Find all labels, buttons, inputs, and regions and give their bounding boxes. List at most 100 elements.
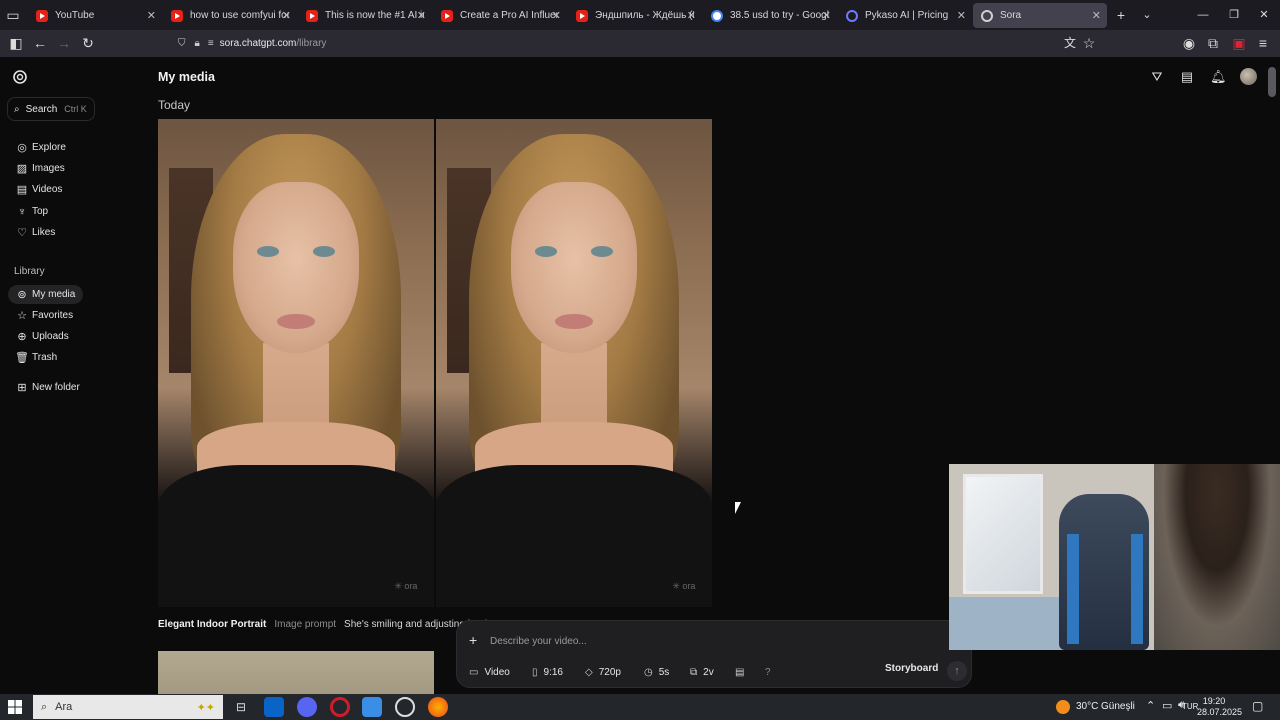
back-icon[interactable]: ←: [32, 35, 48, 51]
sidebar-item-images[interactable]: ▨ Images: [8, 159, 83, 178]
presets-icon: ▤: [735, 666, 745, 678]
clock[interactable]: 19:20 28.07.2025: [1197, 696, 1242, 718]
help-button[interactable]: ?: [765, 663, 771, 681]
sidebar-item-likes[interactable]: ♡ Likes: [8, 223, 83, 242]
address-bar[interactable]: ⛉ 🔒︎ ≡ sora.chatgpt.com/library: [178, 33, 1098, 54]
tab-ai-influencer[interactable]: Create a Pro AI Influencer. E ✕: [433, 3, 567, 28]
media-thumbnail[interactable]: [158, 651, 434, 694]
tab-sora[interactable]: Sora ✕: [973, 3, 1107, 28]
webcam-window: [963, 474, 1043, 594]
type-selector[interactable]: ▭ Video: [469, 663, 510, 681]
prompt-input[interactable]: [490, 632, 890, 650]
scrollbar[interactable]: [1268, 67, 1276, 97]
section-heading: Today: [158, 98, 191, 112]
webcam-overlay: [949, 464, 1280, 650]
language-label[interactable]: TUR: [1182, 702, 1198, 711]
minimize-icon[interactable]: —: [1195, 7, 1211, 23]
shield-icon[interactable]: ⛉: [178, 38, 186, 49]
tab-lyric[interactable]: Эндшпиль - Ждёшь (Lyric ✕: [568, 3, 702, 28]
sidebar-item-favorites[interactable]: ☆ Favorites: [8, 306, 83, 325]
media-caption[interactable]: Elegant Indoor Portrait Image prompt She…: [158, 619, 491, 630]
taskbar-search-placeholder: Ara: [55, 701, 73, 713]
opera-icon[interactable]: [330, 697, 350, 717]
sidebar-item-label: Videos: [32, 184, 63, 195]
tab-youtube[interactable]: YouTube ✕: [28, 3, 162, 28]
clock-icon: ◷: [644, 666, 653, 678]
caption-title: Elegant Indoor Portrait: [158, 619, 267, 630]
restore-icon[interactable]: ❐: [1226, 7, 1242, 23]
search-button[interactable]: ⌕ Search Ctrl K: [7, 97, 95, 121]
tray-chevron-icon[interactable]: ⌃: [1146, 699, 1155, 712]
tab-list-icon[interactable]: ▭: [5, 7, 21, 23]
navigation-bar: ◧ ← → ↻ ⛉ 🔒︎ ≡ sora.chatgpt.com/library …: [0, 30, 1280, 57]
variations-selector[interactable]: ⧉ 2v: [690, 663, 714, 681]
network-icon[interactable]: ▭: [1162, 699, 1172, 712]
grid-view-icon[interactable]: ▤: [1179, 69, 1195, 85]
menu-icon[interactable]: ≡: [1255, 35, 1271, 51]
task-view-icon[interactable]: ⊟: [231, 697, 251, 717]
sidebar-item-videos[interactable]: ▤ Videos: [8, 180, 83, 199]
outlook-icon[interactable]: [264, 697, 284, 717]
bell-icon[interactable]: 🔔︎: [1210, 69, 1227, 85]
sidebar-item-trash[interactable]: 🗑︎ Trash: [8, 348, 83, 367]
duration-selector[interactable]: ◷ 5s: [644, 663, 669, 681]
forward-icon[interactable]: →: [56, 35, 72, 51]
chatgpt-icon[interactable]: [395, 697, 415, 717]
weather-icon[interactable]: [1056, 700, 1070, 714]
storyboard-button[interactable]: Storyboard: [885, 663, 938, 674]
resolution-selector[interactable]: ◇ 720p: [585, 663, 621, 681]
close-icon[interactable]: ✕: [147, 9, 156, 22]
portrait-shirt: [158, 465, 434, 607]
discord-icon[interactable]: [297, 697, 317, 717]
close-icon[interactable]: ✕: [957, 9, 966, 22]
sidebar-item-explore[interactable]: ◎ Explore: [8, 138, 83, 157]
filter-icon[interactable]: ⛛: [1149, 69, 1165, 85]
tab-title: Sora: [1000, 10, 1022, 21]
chevron-down-icon[interactable]: ⌄: [1139, 7, 1155, 23]
firefox-icon[interactable]: [428, 697, 448, 717]
presets-button[interactable]: ▤: [735, 663, 750, 681]
translate-icon[interactable]: 文: [1062, 35, 1078, 51]
media-thumbnail[interactable]: ✳ ora: [158, 119, 434, 607]
bookmark-star-icon[interactable]: ☆: [1081, 35, 1097, 51]
reload-icon[interactable]: ↻: [80, 35, 96, 51]
close-icon[interactable]: ✕: [552, 9, 561, 22]
tab-google[interactable]: 38.5 usd to try - Google'da ✕: [703, 3, 837, 28]
trophy-icon: ♆: [17, 205, 27, 218]
type-label: Video: [484, 666, 510, 678]
sidebar-item-label: Favorites: [32, 310, 74, 321]
tab-ai-image[interactable]: This is now the #1 AI image ✕: [298, 3, 432, 28]
openai-logo-icon[interactable]: [12, 69, 28, 85]
close-icon[interactable]: ✕: [687, 9, 696, 22]
close-icon[interactable]: ✕: [822, 9, 831, 22]
avatar[interactable]: [1240, 68, 1257, 85]
duration-label: 5s: [658, 666, 670, 678]
close-window-icon[interactable]: ✕: [1256, 7, 1272, 23]
account-icon[interactable]: ◉: [1181, 35, 1197, 51]
sidebar-item-top[interactable]: ♆ Top: [8, 202, 83, 221]
sidebar-item-uploads[interactable]: ⊕ Uploads: [8, 327, 83, 346]
new-folder-button[interactable]: ⊞ New folder: [8, 378, 98, 397]
store-icon[interactable]: [362, 697, 382, 717]
portrait-eye: [257, 245, 280, 257]
windows-start-icon[interactable]: [8, 700, 22, 714]
close-icon[interactable]: ✕: [1092, 9, 1101, 22]
tab-pykaso[interactable]: Pykaso AI | Pricing ✕: [838, 3, 972, 28]
close-icon[interactable]: ✕: [417, 9, 426, 22]
new-tab-icon[interactable]: +: [1113, 7, 1129, 23]
tab-comfyui[interactable]: how to use comfyui for ai ir ✕: [163, 3, 297, 28]
sidebar-item-my-media[interactable]: ⊚ My media: [8, 285, 83, 304]
addon-icon[interactable]: ▣: [1231, 35, 1247, 51]
notifications-icon[interactable]: ▢: [1252, 699, 1263, 713]
extensions-icon[interactable]: ⧉: [1205, 35, 1221, 51]
sidebar-toggle-icon[interactable]: ◧: [8, 35, 24, 51]
add-attachment-icon[interactable]: +: [469, 632, 477, 648]
lock-icon[interactable]: 🔒︎: [195, 38, 200, 49]
aspect-selector[interactable]: ▯ 9:16: [532, 663, 563, 681]
send-arrow-icon[interactable]: ↑: [947, 661, 967, 681]
page-title: My media: [158, 70, 215, 84]
page-info-icon[interactable]: ≡: [208, 38, 214, 49]
media-thumbnail[interactable]: ✳ ora: [436, 119, 712, 607]
close-icon[interactable]: ✕: [282, 9, 291, 22]
taskbar-search-input[interactable]: ⌕ Ara ✦✦: [33, 695, 223, 719]
